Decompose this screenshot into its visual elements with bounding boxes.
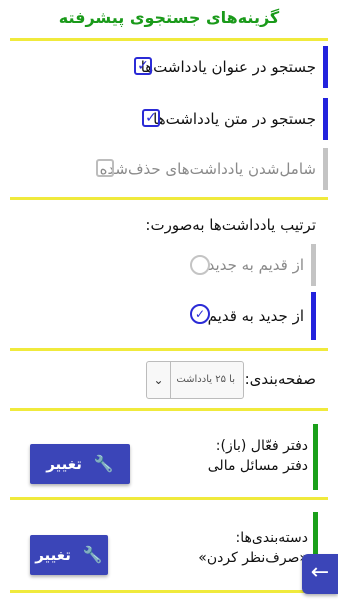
categories-value: «صرف‌نظر کردن» bbox=[198, 550, 308, 566]
change-button-label: تغییر bbox=[46, 455, 82, 473]
change-categories-button[interactable]: 🔧 تغییر bbox=[30, 535, 108, 575]
body-search-option[interactable]: جستجو در متن یادداشت‌ها ✓ bbox=[10, 98, 328, 140]
notebook-accent-bar bbox=[313, 424, 318, 490]
radio-new-to-old[interactable]: ✓ bbox=[190, 304, 210, 324]
categories-info: دسته‌بندی‌ها: «صرف‌نظر کردن» bbox=[198, 528, 308, 568]
title-search-checkbox[interactable]: ✓ bbox=[134, 57, 152, 75]
divider bbox=[10, 497, 328, 500]
sort-option-old-to-new[interactable]: از قدیم به جدید ✓ bbox=[30, 244, 316, 286]
chevron-down-icon: ⌄ bbox=[147, 362, 171, 398]
divider bbox=[10, 348, 328, 351]
option-accent-bar bbox=[323, 148, 328, 190]
change-button-label: تغییر bbox=[35, 546, 71, 564]
sort-option-label: از جدید به قدیم bbox=[207, 307, 304, 325]
option-accent-bar bbox=[323, 46, 328, 88]
paging-label: صفحه‌بندی: bbox=[244, 370, 316, 388]
radio-old-to-new[interactable]: ✓ bbox=[190, 255, 210, 275]
paging-select-value: با ۲۵ یادداشت bbox=[176, 374, 235, 385]
wrench-icon: 🔧 bbox=[93, 454, 114, 473]
divider bbox=[10, 197, 328, 200]
option-accent-bar bbox=[311, 292, 316, 340]
sort-option-label: از قدیم به جدید bbox=[207, 256, 304, 274]
include-deleted-option[interactable]: شامل‌شدن یادداشت‌های حذف‌شده ✓ bbox=[10, 148, 328, 190]
body-search-label: جستجو در متن یادداشت‌ها bbox=[153, 110, 316, 128]
include-deleted-checkbox[interactable]: ✓ bbox=[96, 159, 114, 177]
title-search-option[interactable]: جستجو در عنوان یادداشت‌ها ✓ bbox=[10, 46, 328, 88]
categories-label: دسته‌بندی‌ها: bbox=[235, 530, 309, 546]
title-search-label: جستجو در عنوان یادداشت‌ها bbox=[140, 58, 316, 76]
change-notebook-button[interactable]: 🔧 تغییر bbox=[30, 444, 130, 484]
sort-option-new-to-old[interactable]: از جدید به قدیم ✓ bbox=[30, 292, 316, 340]
divider bbox=[10, 590, 328, 593]
divider bbox=[10, 408, 328, 411]
notebook-label: دفتر فعّال (باز): bbox=[215, 438, 308, 454]
wrench-icon: 🔧 bbox=[82, 545, 103, 564]
paging-select[interactable]: با ۲۵ یادداشت ⌄ bbox=[146, 361, 244, 399]
back-arrow-icon: ← bbox=[310, 560, 330, 585]
option-accent-bar bbox=[323, 98, 328, 140]
notebook-name: دفتر مسائل مالی bbox=[207, 458, 308, 474]
notebook-info: دفتر فعّال (باز): دفتر مسائل مالی bbox=[208, 436, 308, 476]
page-title: گزینه‌های جستجوی پیشرفته bbox=[58, 8, 280, 27]
include-deleted-label: شامل‌شدن یادداشت‌های حذف‌شده bbox=[99, 160, 316, 178]
back-button[interactable]: ← bbox=[302, 554, 338, 594]
option-accent-bar bbox=[311, 244, 316, 286]
divider bbox=[10, 38, 328, 41]
sort-label: ترتیب یادداشت‌ها به‌صورت: bbox=[145, 216, 316, 234]
body-search-checkbox[interactable]: ✓ bbox=[142, 109, 160, 127]
